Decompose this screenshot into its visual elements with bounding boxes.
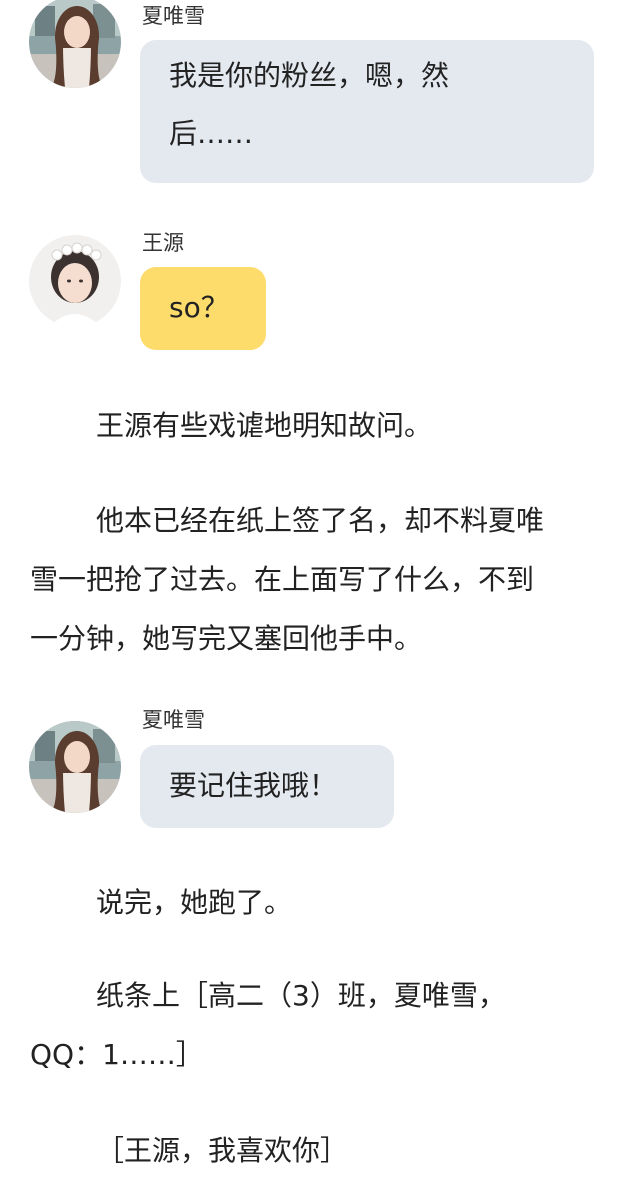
narration-text-line-1: 纸条上［高二（3）班，夏唯雪， [96, 979, 506, 1012]
narration-paragraph: 王源有些戏谑地明知故问。 [30, 396, 618, 455]
narration-text-line-1: 他本已经在纸上签了名，却不料夏唯 [96, 504, 545, 537]
message-text: so？ [169, 291, 229, 324]
narration-paragraph: 说完，她跑了。 [30, 873, 618, 932]
sender-name: 王源 [142, 231, 184, 255]
chat-message-3: 夏唯雪 要记住我哦！ [0, 700, 640, 840]
girl-avatar-icon[interactable] [29, 0, 121, 88]
chat-message-2: 王源 so？ [0, 225, 640, 365]
narration-text-line-3: 一分钟，她写完又塞回他手中。 [30, 622, 423, 655]
message-text: 要记住我哦！ [169, 769, 338, 802]
message-bubble[interactable]: so？ [140, 267, 266, 350]
narration-paragraph: 他本已经在纸上签了名，却不料夏唯 雪一把抢了过去。在上面写了什么，不到 一分钟，… [30, 491, 618, 668]
narration-text-line-2: QQ：1……］ [30, 1038, 204, 1071]
sender-name: 夏唯雪 [142, 708, 205, 732]
narration-paragraph: 纸条上［高二（3）班，夏唯雪， QQ：1……］ [30, 966, 618, 1084]
narration-text: 王源有些戏谑地明知故问。 [96, 409, 433, 442]
message-bubble[interactable]: 我是你的粉丝，嗯，然 后…… [140, 40, 594, 183]
narration-paragraph: ［王源，我喜欢你］ [30, 1121, 618, 1180]
chat-story-page: { "messages": [ { "sender": "夏唯雪", "avat… [0, 0, 640, 1182]
chat-message-1: 夏唯雪 我是你的粉丝，嗯，然 后…… [0, 0, 640, 200]
boy-avatar-icon[interactable] [29, 235, 121, 327]
message-bubble[interactable]: 要记住我哦！ [140, 745, 394, 828]
narration-text: ［王源，我喜欢你］ [96, 1134, 349, 1167]
narration-text-line-2: 雪一把抢了过去。在上面写了什么，不到 [30, 563, 535, 596]
message-text-line-2: 后…… [169, 117, 254, 150]
narration-text: 说完，她跑了。 [96, 886, 293, 919]
sender-name: 夏唯雪 [142, 4, 205, 28]
message-text-line-1: 我是你的粉丝，嗯，然 [169, 59, 450, 92]
girl-avatar-icon[interactable] [29, 721, 121, 813]
